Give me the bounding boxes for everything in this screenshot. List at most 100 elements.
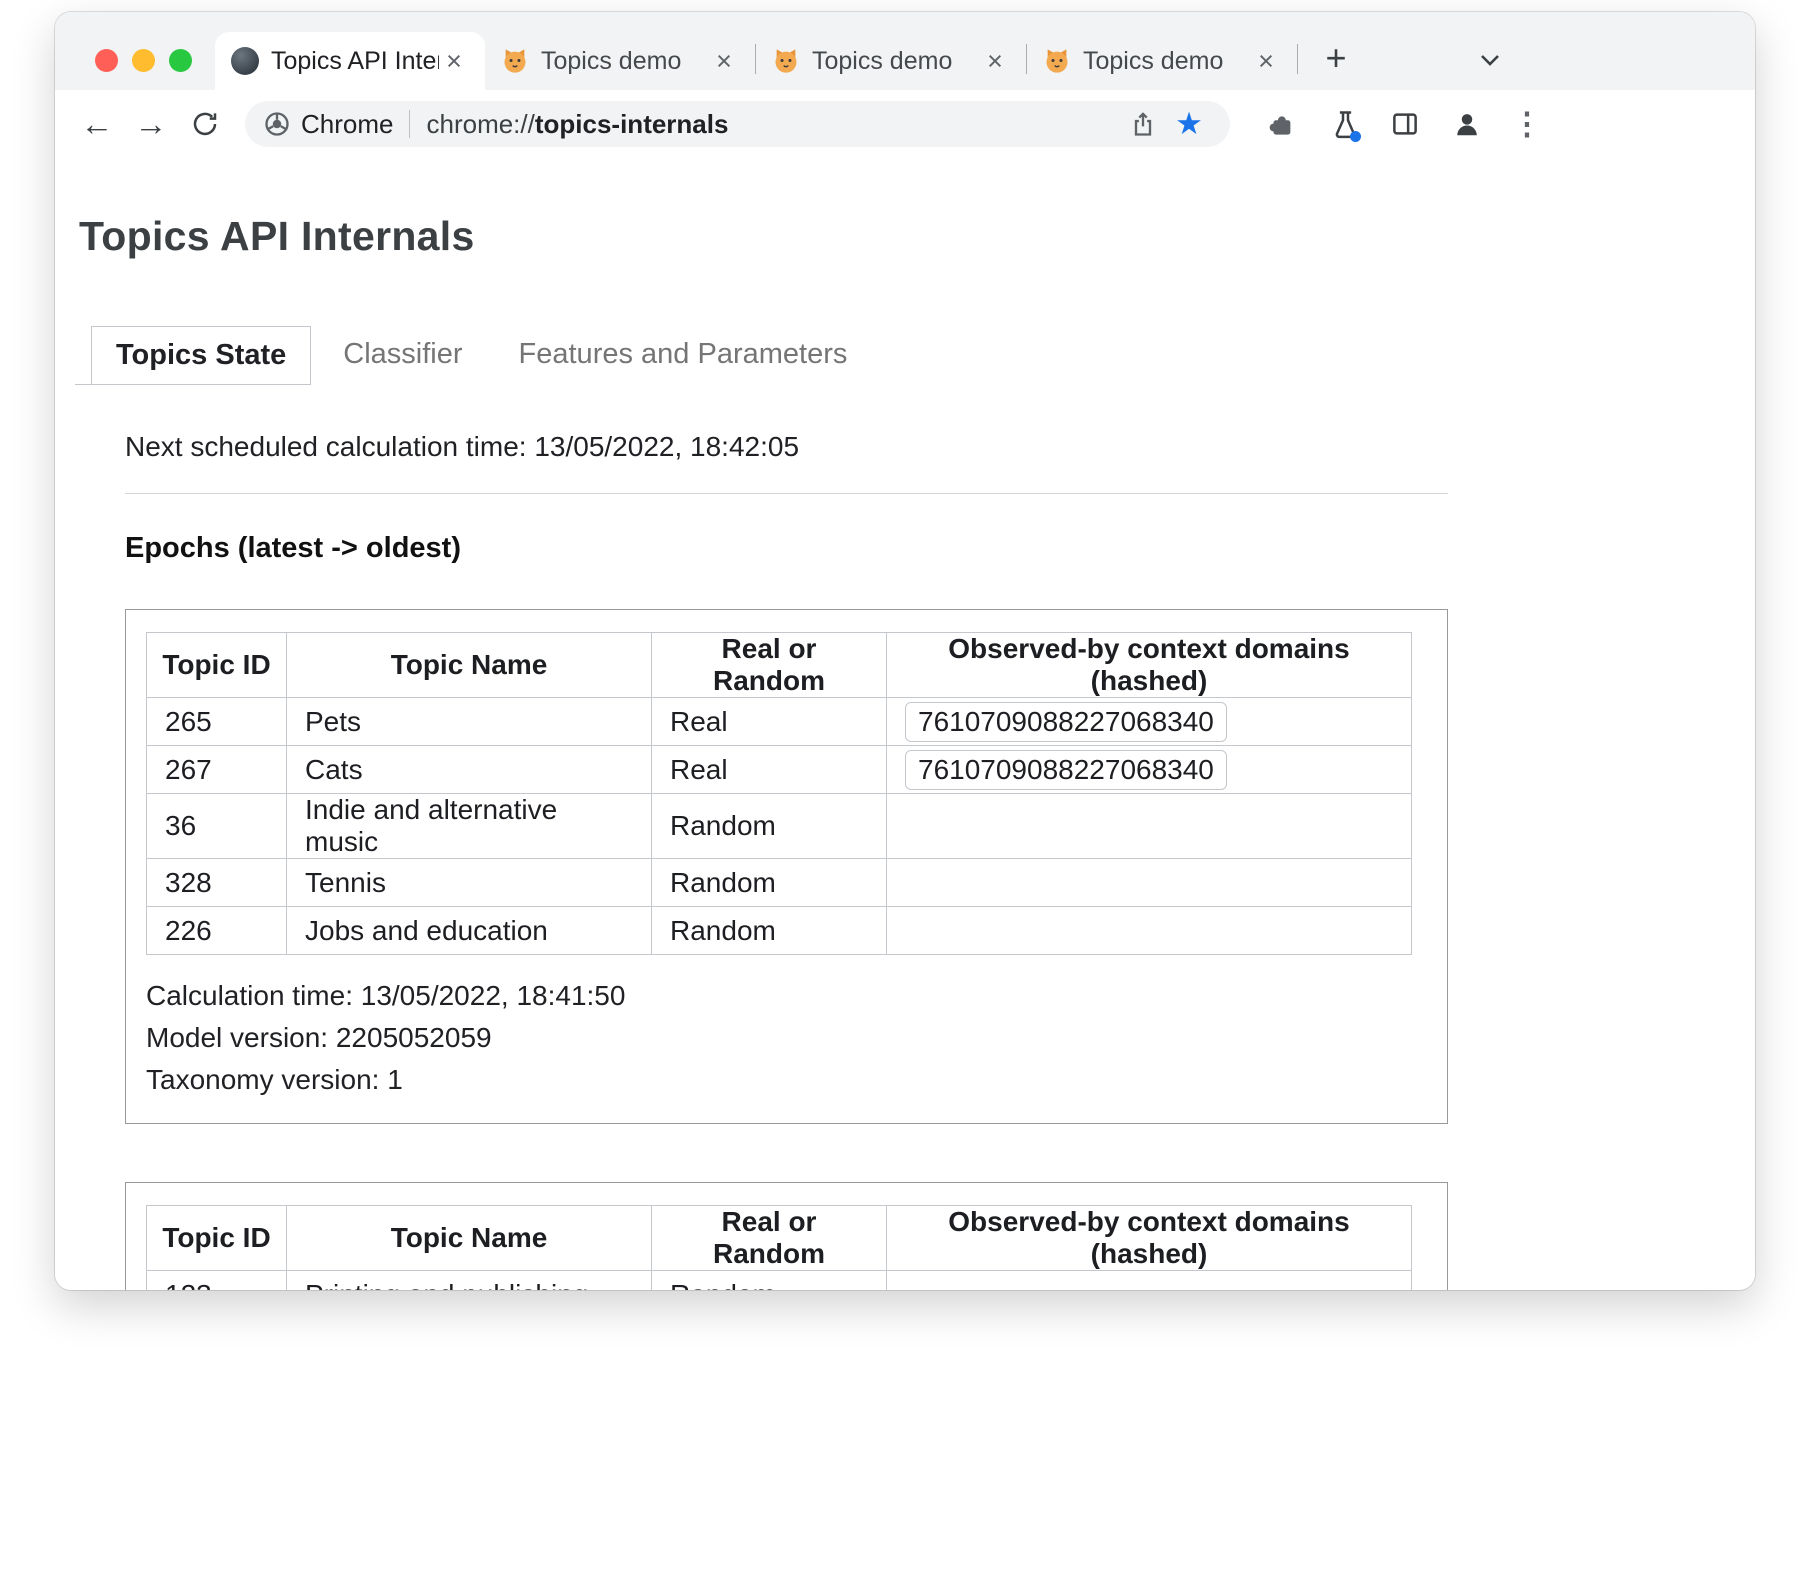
observed-domains-cell <box>887 1271 1412 1291</box>
topic-id-cell: 267 <box>147 746 287 794</box>
extensions-puzzle-icon <box>1266 109 1296 139</box>
tab-topics-state[interactable]: Topics State <box>91 326 311 385</box>
share-icon <box>1129 110 1157 138</box>
divider <box>125 493 1448 494</box>
real-or-random-cell: Real <box>652 746 887 794</box>
tab-strip: Topics API Intern × Topics demo × <box>55 12 1755 90</box>
tab-title: Topics demo <box>812 47 980 76</box>
table-row: 328 Tennis Random <box>147 859 1412 907</box>
side-panel-icon <box>1390 109 1420 139</box>
topic-name-cell: Printing and publishing <box>287 1271 652 1291</box>
col-header-observed-domains: Observed-by context domains (hashed) <box>887 633 1412 698</box>
topic-id-cell: 328 <box>147 859 287 907</box>
traffic-lights <box>95 49 192 72</box>
table-row: 226 Jobs and education Random <box>147 907 1412 955</box>
experiments-button[interactable] <box>1320 101 1366 147</box>
topic-id-cell: 36 <box>147 794 287 859</box>
url-scheme: chrome:// <box>426 109 534 140</box>
browser-window: Topics API Intern × Topics demo × <box>55 12 1755 1290</box>
forward-button[interactable]: → <box>127 100 175 148</box>
page-content: Topics API Internals Topics State Classi… <box>55 158 1755 1290</box>
omnibox[interactable]: Chrome chrome:// topics-internals ★ <box>245 101 1230 147</box>
browser-toolbar: ← → Chrome chrome:// topics-internals <box>55 90 1755 158</box>
close-tab-icon[interactable]: × <box>1251 46 1281 76</box>
table-row: 265 Pets Real 7610709088227068340 <box>147 698 1412 746</box>
new-tab-button[interactable]: + <box>1314 36 1358 80</box>
menu-button[interactable]: ⋮ <box>1504 101 1550 147</box>
topic-name-cell: Tennis <box>287 859 652 907</box>
epoch-meta: Calculation time: 13/05/2022, 18:41:50 M… <box>146 975 1427 1101</box>
table-header-row: Topic ID Topic Name Real or Random Obser… <box>147 1206 1412 1271</box>
cat-icon <box>501 47 529 75</box>
col-header-topic-id: Topic ID <box>147 633 287 698</box>
tab-title: Topics API Intern <box>271 47 439 76</box>
url-host: topics-internals <box>535 109 729 140</box>
page-tab-bar: Topics State Classifier Features and Par… <box>75 326 1755 385</box>
kebab-menu-icon: ⋮ <box>1512 106 1543 142</box>
side-panel-button[interactable] <box>1382 101 1428 147</box>
close-window-button[interactable] <box>95 49 118 72</box>
table-header-row: Topic ID Topic Name Real or Random Obser… <box>147 633 1412 698</box>
observed-domains-cell <box>887 859 1412 907</box>
hashed-domain-chip: 7610709088227068340 <box>905 702 1227 742</box>
browser-tab-topics-internals[interactable]: Topics API Intern × <box>215 32 485 90</box>
tab-classifier[interactable]: Classifier <box>319 326 486 385</box>
omnibox-divider <box>409 110 410 138</box>
real-or-random-cell: Random <box>652 1271 887 1291</box>
browser-tab-topics-demo-3[interactable]: Topics demo × <box>1027 32 1297 90</box>
tab-title: Topics demo <box>1083 47 1251 76</box>
hashed-domain-chip: 7610709088227068340 <box>905 750 1227 790</box>
cat-icon <box>1043 47 1071 75</box>
col-header-real-or-random: Real or Random <box>652 1206 887 1271</box>
browser-tab-topics-demo-2[interactable]: Topics demo × <box>756 32 1026 90</box>
taxonomy-version: Taxonomy version: 1 <box>146 1059 1427 1101</box>
tab-search-button[interactable] <box>1473 43 1507 77</box>
topic-id-cell: 226 <box>147 907 287 955</box>
topic-id-cell: 265 <box>147 698 287 746</box>
extensions-button[interactable] <box>1258 101 1304 147</box>
topics-state-panel: Next scheduled calculation time: 13/05/2… <box>125 431 1448 1290</box>
col-header-observed-domains: Observed-by context domains (hashed) <box>887 1206 1412 1271</box>
globe-icon <box>231 47 259 75</box>
tab-title: Topics demo <box>541 47 709 76</box>
topic-name-cell: Cats <box>287 746 652 794</box>
epochs-heading: Epochs (latest -> oldest) <box>125 532 1448 565</box>
epoch-panel: Topic ID Topic Name Real or Random Obser… <box>125 609 1448 1124</box>
cat-icon <box>772 47 800 75</box>
star-icon: ★ <box>1175 106 1203 142</box>
observed-domains-cell <box>887 794 1412 859</box>
share-button[interactable] <box>1120 101 1166 147</box>
table-row: 267 Cats Real 7610709088227068340 <box>147 746 1412 794</box>
close-tab-icon[interactable]: × <box>709 46 739 76</box>
forward-arrow-icon: → <box>135 105 168 143</box>
notification-dot <box>1350 131 1361 142</box>
page-title: Topics API Internals <box>79 213 1755 260</box>
real-or-random-cell: Random <box>652 794 887 859</box>
profile-button[interactable] <box>1444 101 1490 147</box>
close-tab-icon[interactable]: × <box>439 46 469 76</box>
real-or-random-cell: Random <box>652 859 887 907</box>
profile-icon <box>1452 109 1482 139</box>
tab-features-and-parameters[interactable]: Features and Parameters <box>495 326 872 385</box>
table-row: 123 Printing and publishing Random <box>147 1271 1412 1291</box>
table-row: 36 Indie and alternative music Random <box>147 794 1412 859</box>
col-header-topic-id: Topic ID <box>147 1206 287 1271</box>
tab-separator <box>1297 44 1298 74</box>
zoom-window-button[interactable] <box>169 49 192 72</box>
col-header-real-or-random: Real or Random <box>652 633 887 698</box>
topic-name-cell: Indie and alternative music <box>287 794 652 859</box>
topic-name-cell: Pets <box>287 698 652 746</box>
reload-button[interactable] <box>181 100 229 148</box>
tab-list: Topics API Intern × Topics demo × <box>215 12 1358 90</box>
topic-name-cell: Jobs and education <box>287 907 652 955</box>
col-header-topic-name: Topic Name <box>287 633 652 698</box>
close-tab-icon[interactable]: × <box>980 46 1010 76</box>
observed-domains-cell: 7610709088227068340 <box>887 698 1412 746</box>
bookmark-star-button[interactable]: ★ <box>1166 101 1212 147</box>
minimize-window-button[interactable] <box>132 49 155 72</box>
back-button[interactable]: ← <box>73 100 121 148</box>
epoch-table: Topic ID Topic Name Real or Random Obser… <box>146 1205 1412 1290</box>
col-header-topic-name: Topic Name <box>287 1206 652 1271</box>
browser-tab-topics-demo-1[interactable]: Topics demo × <box>485 32 755 90</box>
topic-id-cell: 123 <box>147 1271 287 1291</box>
